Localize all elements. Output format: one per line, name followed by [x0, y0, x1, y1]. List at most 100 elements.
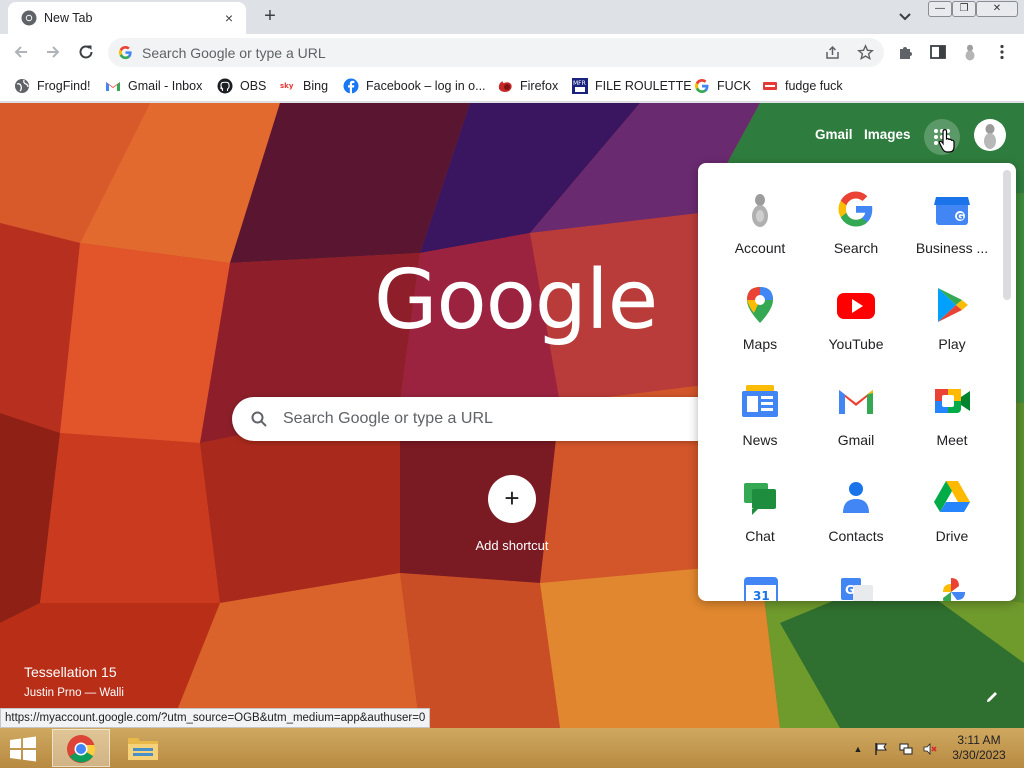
network-icon[interactable]: [899, 742, 913, 756]
apps-panel-scrollbar[interactable]: [1003, 170, 1011, 300]
chrome-icon: [67, 735, 96, 763]
google-g-icon: [838, 191, 873, 227]
contacts-icon: [843, 482, 869, 513]
youtube-icon: [837, 293, 875, 319]
flag-icon[interactable]: [874, 742, 888, 756]
file-roulette-icon: MFR: [572, 78, 588, 94]
app-meet[interactable]: Meet: [904, 355, 1000, 448]
app-business[interactable]: G Business ...: [904, 163, 1000, 256]
new-tab-button[interactable]: +: [259, 6, 281, 28]
hand-cursor-icon: [938, 129, 955, 153]
add-shortcut-label[interactable]: Add shortcut: [440, 538, 584, 553]
bookmark-label: Gmail - Inbox: [128, 79, 203, 93]
app-maps[interactable]: Maps: [712, 259, 808, 352]
chat-icon: [744, 483, 776, 515]
bookmark-label: FILE ROULETTE: [595, 79, 692, 93]
bookmark-firefox[interactable]: Firefox: [497, 76, 558, 96]
windows-taskbar: ▲ 3:11 AM 3/30/2023: [0, 728, 1024, 768]
taskbar-file-explorer[interactable]: [114, 729, 172, 767]
share-icon[interactable]: [824, 44, 841, 61]
app-label: Drive: [935, 528, 969, 544]
add-shortcut-button[interactable]: +: [488, 475, 536, 523]
gmail-link[interactable]: Gmail: [815, 127, 853, 142]
extensions-puzzle-icon[interactable]: [897, 43, 915, 61]
bookmarks-bar: FrogFind! Gmail - Inbox OBS sky Bing Fac…: [0, 70, 1024, 102]
toolbar: Search Google or type a URL: [0, 34, 1024, 70]
app-label: Search: [833, 240, 879, 256]
bookmark-label: FUCK: [717, 79, 752, 93]
omnibox-placeholder: Search Google or type a URL: [142, 45, 326, 61]
tab-title: New Tab: [44, 11, 93, 25]
github-icon: [217, 78, 233, 94]
bookmark-gmail[interactable]: Gmail - Inbox: [105, 76, 202, 96]
chrome-icon: [21, 10, 37, 26]
app-chat[interactable]: Chat: [712, 451, 808, 544]
google-g-icon: [118, 45, 132, 60]
app-search[interactable]: Search: [808, 163, 904, 256]
account-avatar-button[interactable]: [974, 119, 1006, 151]
app-drive[interactable]: Drive: [904, 451, 1000, 544]
app-gmail[interactable]: Gmail: [808, 355, 904, 448]
back-arrow-icon[interactable]: [11, 42, 31, 62]
chevron-down-icon[interactable]: [896, 8, 914, 26]
images-link[interactable]: Images: [864, 127, 911, 142]
google-apps-panel: Account Search G Business ... Maps YouTu…: [698, 163, 1016, 601]
tray-overflow-arrow[interactable]: ▲: [851, 742, 865, 756]
side-panel-icon[interactable]: [929, 43, 947, 61]
maps-pin-icon: [747, 287, 773, 323]
status-url-bubble: https://myaccount.google.com/?utm_source…: [0, 708, 431, 728]
kebab-menu-icon[interactable]: [993, 43, 1011, 61]
minimize-button[interactable]: —: [928, 1, 952, 17]
tab-new-tab[interactable]: New Tab ×: [8, 2, 246, 34]
background-title[interactable]: Tessellation 15: [24, 664, 117, 680]
bing-icon: sky: [280, 82, 294, 90]
tab-close-icon[interactable]: ×: [220, 9, 238, 27]
background-author[interactable]: Justin Prno — Walli: [24, 687, 124, 699]
bookmark-label: OBS: [240, 79, 267, 93]
taskbar-chrome[interactable]: [52, 729, 110, 767]
pencil-edit-icon[interactable]: [984, 689, 1000, 705]
bookmark-label: FrogFind!: [37, 79, 91, 93]
bookmark-frogfind[interactable]: FrogFind!: [14, 76, 91, 96]
app-label: Gmail: [837, 432, 875, 448]
red-tag-icon: [763, 82, 777, 90]
bookmark-bing[interactable]: sky Bing: [280, 76, 328, 96]
google-icon: [695, 79, 709, 93]
star-bookmark-icon[interactable]: [857, 44, 874, 61]
photos-icon[interactable]: [934, 575, 968, 601]
app-account[interactable]: Account: [712, 163, 808, 256]
bookmark-label: Firefox: [520, 79, 559, 93]
calendar-icon[interactable]: 31: [744, 575, 778, 601]
meet-icon: [935, 389, 970, 413]
avatar-figure-icon: [984, 124, 996, 149]
app-news[interactable]: News: [712, 355, 808, 448]
app-label: Meet: [936, 432, 968, 448]
bookmark-obs[interactable]: OBS: [217, 76, 266, 96]
windows-start-icon[interactable]: [8, 736, 38, 762]
app-play[interactable]: Play: [904, 259, 1000, 352]
taskbar-clock[interactable]: 3:11 AM 3/30/2023: [944, 733, 1014, 763]
app-label: Play: [938, 336, 966, 352]
svg-text:G: G: [957, 213, 964, 223]
svg-text:MFR: MFR: [573, 80, 586, 87]
omnibox[interactable]: Search Google or type a URL: [108, 38, 884, 67]
business-profile-icon: G: [934, 197, 970, 225]
clock-date: 3/30/2023: [952, 748, 1006, 762]
app-youtube[interactable]: YouTube: [808, 259, 904, 352]
volume-muted-icon[interactable]: [923, 742, 937, 756]
app-label: News: [742, 432, 778, 448]
news-icon: [742, 385, 778, 417]
translate-icon[interactable]: G: [840, 575, 874, 601]
forward-arrow-icon[interactable]: [43, 42, 63, 62]
profile-avatar-icon[interactable]: [961, 43, 979, 61]
bookmark-fuck[interactable]: FUCK: [694, 76, 751, 96]
close-window-button[interactable]: ✕: [976, 1, 1018, 17]
bookmark-facebook[interactable]: Facebook – log in o...: [343, 76, 486, 96]
app-contacts[interactable]: Contacts: [808, 451, 904, 544]
bookmark-file-roulette[interactable]: MFR FILE ROULETTE: [572, 76, 692, 96]
restore-button[interactable]: ❐: [952, 1, 976, 17]
bookmark-fudge-fuck[interactable]: fudge fuck: [762, 76, 843, 96]
app-label: Business ...: [915, 240, 989, 256]
bookmark-label: fudge fuck: [785, 79, 843, 93]
reload-icon[interactable]: [76, 42, 96, 62]
